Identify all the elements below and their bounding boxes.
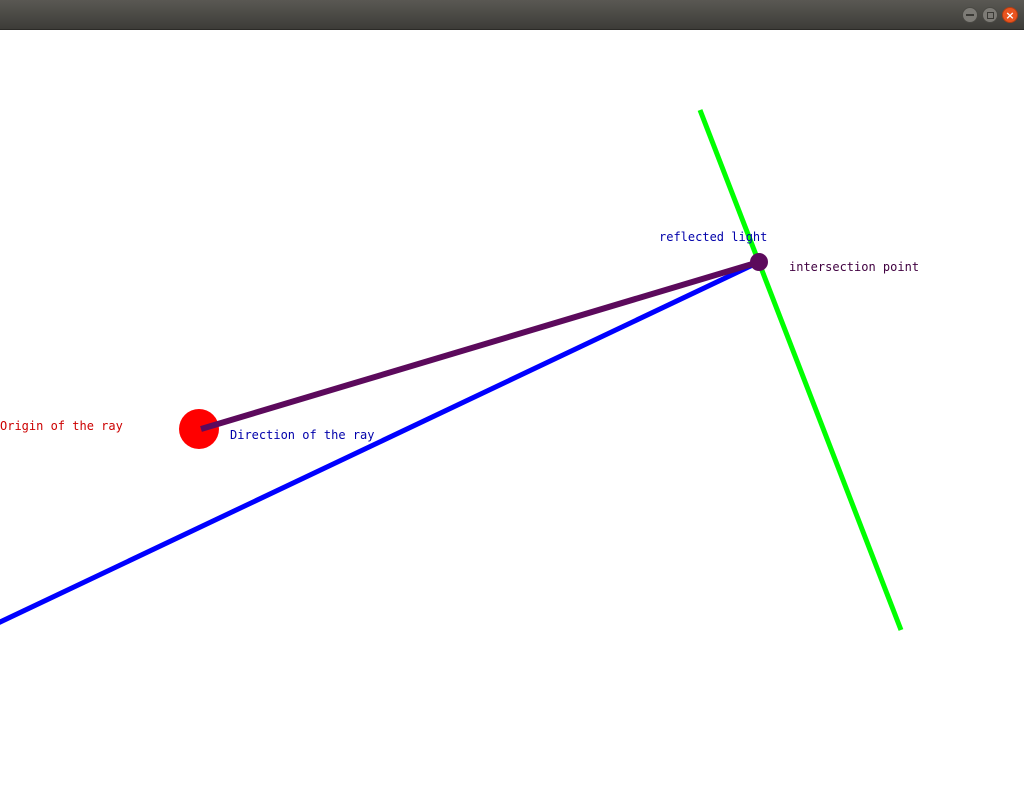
direction-label: Direction of the ray [230,428,375,442]
scene-svg: Origin of the ray Direction of the ray r… [0,109,919,631]
close-icon[interactable]: × [1002,7,1018,23]
window-titlebar[interactable]: × [0,0,1024,30]
maximize-icon[interactable] [982,7,998,23]
intersection-point [750,253,768,271]
drawing-canvas: Origin of the ray Direction of the ray r… [0,30,1024,798]
origin-label: Origin of the ray [0,419,123,433]
minimize-icon[interactable] [962,7,978,23]
ray-origin-point [179,409,219,449]
surface-line [697,109,904,631]
reflected-light-line [200,259,760,432]
ray-direction-line [0,259,761,625]
app-window: × Origin of the ray Direction of the ray… [0,0,1024,798]
intersection-label: intersection point [789,260,919,274]
reflected-label: reflected light [659,230,767,244]
